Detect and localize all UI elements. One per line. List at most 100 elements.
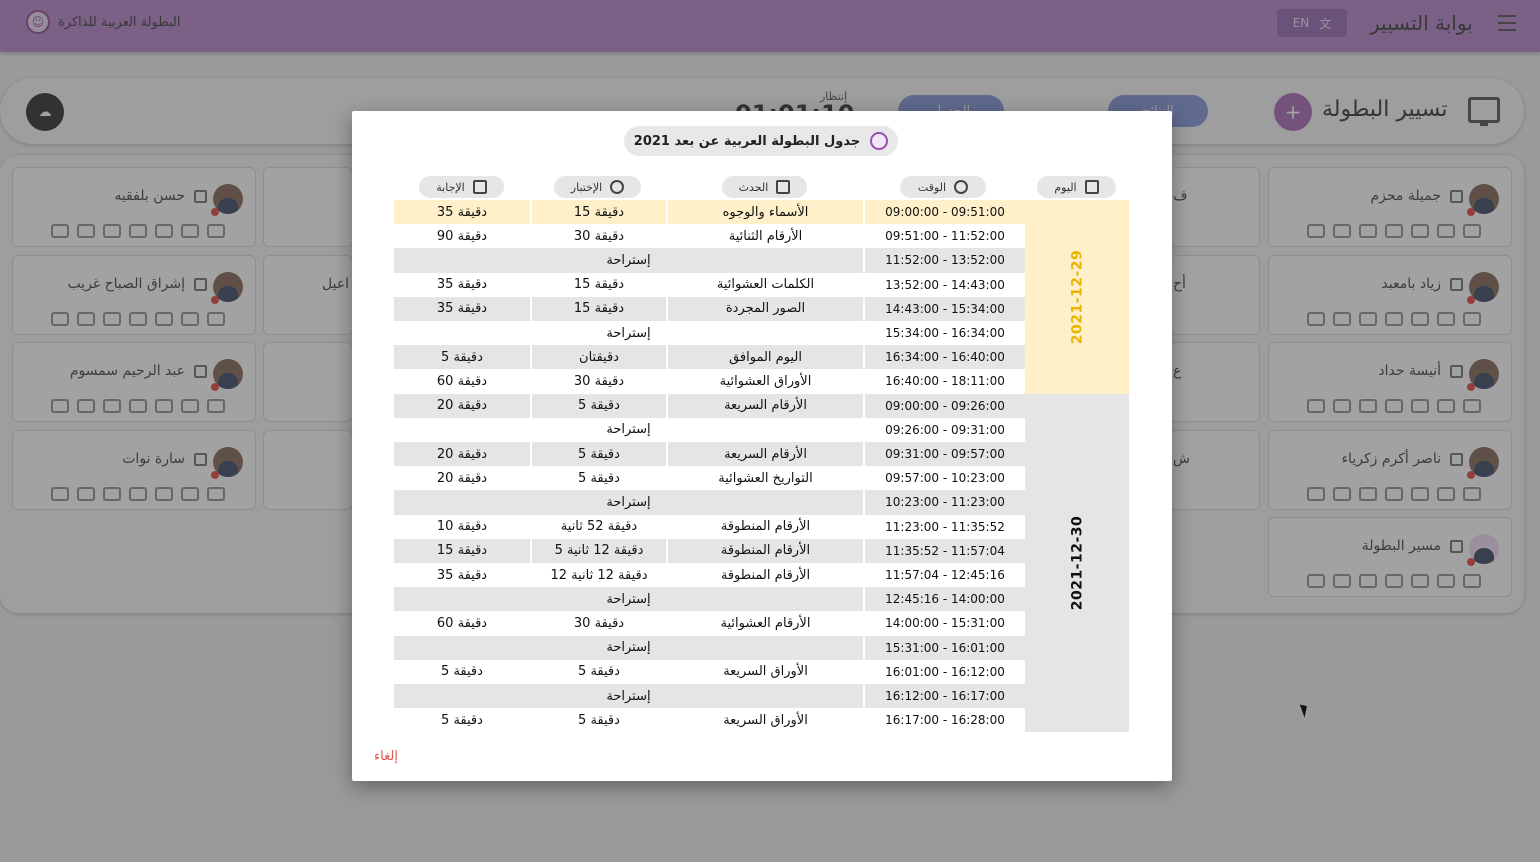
cancel-button[interactable]: إلغاء [374,749,398,764]
answer-cell: 20 دقيقة [436,470,488,486]
time-cell: 15:34:00 - 16:34:00 [863,321,1025,346]
answer-cell: 20 دقيقة [394,442,530,467]
time-cell: 14:43:00 - 15:34:00 [863,296,1025,321]
day-cell: 2021-12-29 [1025,200,1129,394]
break-cell: إستراحة [394,587,863,612]
break-row: إستراحة 15:31:00 - 16:01:00 [394,635,1025,660]
schedule-table: 35 دقيقة 15 دقيقة الأسماء والوجوه 09:00:00 … [394,200,1129,733]
brain-logo-icon [870,132,889,150]
answer-cell: 10 دقيقة [436,519,488,535]
day-cell: 2021-12-30 [1025,393,1129,733]
answer-cell: 35 دقيقة [394,296,530,321]
event-cell: الأسماء والوجوه [666,200,863,225]
time-cell: 09:51:00 - 11:52:00 [863,224,1025,249]
dialog-title-text: جدول البطولة العربية عن بعد 2021 [633,133,861,149]
break-row: إستراحة 10:23:00 - 11:23:00 [394,490,1025,515]
schedule-row: 5 دقيقة 5 دقيقة الأوراق السريعة 16:17:00 - … [394,708,1025,733]
event-cell: الأرقام السريعة [666,442,863,467]
event-cell: الأرقام المنطوقة [666,538,863,563]
header-test: الإختبار [554,176,641,198]
answer-cell: 35 دقيقة [394,200,530,225]
test-cell: دقيقتان [530,345,666,370]
event-cell: اليوم الموافق [666,345,863,370]
schedule-row: 5 دقيقة 5 دقيقة الأوراق السريعة 16:01:00 - … [394,659,1025,684]
test-cell: 30 دقيقة [530,611,666,636]
test-cell: 30 دقيقة [530,224,666,249]
test-cell: 5 دقيقة [530,393,666,418]
timer-icon [610,180,625,194]
test-cell: 5 دقيقة [530,659,666,684]
event-cell: الأوراق العشوائية [666,369,863,394]
gamepad-icon [776,180,791,194]
day-label: 2021-12-30 [1069,515,1085,611]
break-cell: إستراحة [394,248,863,273]
header-event: الحدث [722,176,807,198]
schedule-row: 35 دقيقة 15 دقيقة الأسماء والوجوه 09:00:00 … [394,200,1025,225]
test-cell: دقيقة 52 ثانية [530,514,666,539]
event-cell: الصور المجردة [666,296,863,321]
header-time-label: الوقت [917,180,947,194]
break-cell: إستراحة [394,684,863,709]
test-cell: 15 دقيقة [530,296,666,321]
schedule-row: 15 دقيقة 5 دقيقة 12 ثانية الأرقام المنطوقة… [394,538,1025,563]
clock-icon [954,180,969,194]
schedule-row: 60 دقيقة 30 دقيقة الأوراق العشوائية 16:40:0… [394,369,1025,394]
answer-cell: 60 دقيقة [436,615,488,631]
time-cell: 11:35:52 - 11:57:04 [863,538,1025,563]
answer-cell: 20 دقيقة [394,393,530,418]
event-cell: الأرقام الثنائية [666,224,863,249]
break-cell: إستراحة [394,490,863,515]
event-cell: الأوراق السريعة [666,708,863,733]
test-cell: 15 دقيقة [530,200,666,225]
dialog-title: جدول البطولة العربية عن بعد 2021 [624,126,898,156]
schedule-row: 90 دقيقة 30 دقيقة الأرقام الثنائية 09:51:00… [394,224,1025,249]
break-row: إستراحة 12:45:16 - 14:00:00 [394,587,1025,612]
schedule-row: 10 دقيقة دقيقة 52 ثانية الأرقام المنطوقة 11… [394,514,1025,539]
time-cell: 16:17:00 - 16:28:00 [863,708,1025,733]
schedule-row: 60 دقيقة 30 دقيقة الأرقام العشوائية 14:00:0… [394,611,1025,636]
time-cell: 10:23:00 - 11:23:00 [863,490,1025,515]
event-cell: الأوراق السريعة [666,659,863,684]
test-cell: 5 دقيقة [530,708,666,733]
event-cell: الكلمات العشوائية [666,272,863,297]
time-cell: 16:40:00 - 18:11:00 [863,369,1025,394]
break-row: إستراحة 11:52:00 - 13:52:00 [394,248,1025,273]
time-cell: 14:00:00 - 15:31:00 [863,611,1025,636]
schedule-row: 35 دقيقة 15 دقيقة الكلمات العشوائية 13:52:0… [394,272,1025,297]
test-cell: 30 دقيقة [530,369,666,394]
time-cell: 16:12:00 - 16:17:00 [863,684,1025,709]
event-cell: الأرقام السريعة [666,393,863,418]
schedule-row: 20 دقيقة 5 دقيقة الأرقام السريعة 09:31:00 -… [394,442,1025,467]
time-cell: 09:26:00 - 09:31:00 [863,417,1025,442]
answer-cell: 35 دقيقة [436,567,488,583]
time-cell: 15:31:00 - 16:01:00 [863,635,1025,660]
time-cell: 11:57:04 - 12:45:16 [863,563,1025,588]
time-cell: 11:52:00 - 13:52:00 [863,248,1025,273]
time-cell: 09:00:00 - 09:26:00 [863,393,1025,418]
schedule-dialog: جدول البطولة العربية عن بعد 2021 الإجابة… [352,111,1172,781]
time-cell: 09:00:00 - 09:51:00 [863,200,1025,225]
break-cell: إستراحة [606,325,651,341]
calendar-icon [1084,180,1099,194]
time-cell: 12:45:16 - 14:00:00 [863,587,1025,612]
time-cell: 09:57:00 - 10:23:00 [863,466,1025,491]
time-cell: 09:31:00 - 09:57:00 [863,442,1025,467]
header-answer: الإجابة [419,176,504,198]
time-cell: 11:23:00 - 11:35:52 [863,514,1025,539]
header-answer-label: الإجابة [436,180,465,194]
answer-cell: 35 دقيقة [436,277,488,293]
time-cell: 13:52:00 - 14:43:00 [863,272,1025,297]
schedule-row: 35 دقيقة 12 دقيقة 12 ثانية الأرقام المنطوق… [394,563,1025,588]
event-cell: التواريخ العشوائية [666,466,863,491]
break-row: إستراحة 15:34:00 - 16:34:00 [394,321,1025,346]
header-time: الوقت [900,176,986,198]
time-cell: 16:01:00 - 16:12:00 [863,659,1025,684]
answer-cell: 5 دقيقة [441,712,483,728]
schedule-row: 35 دقيقة 15 دقيقة الصور المجردة 14:43:00 - … [394,296,1025,321]
break-row: إستراحة 09:26:00 - 09:31:00 [394,417,1025,442]
answer-cell: 5 دقيقة [394,345,530,370]
event-cell: الأرقام العشوائية [666,611,863,636]
answer-cell: 15 دقيقة [394,538,530,563]
test-cell: 5 دقيقة 12 ثانية [530,538,666,563]
schedule-row: 20 دقيقة 5 دقيقة التواريخ العشوائية 09:57:0… [394,466,1025,491]
